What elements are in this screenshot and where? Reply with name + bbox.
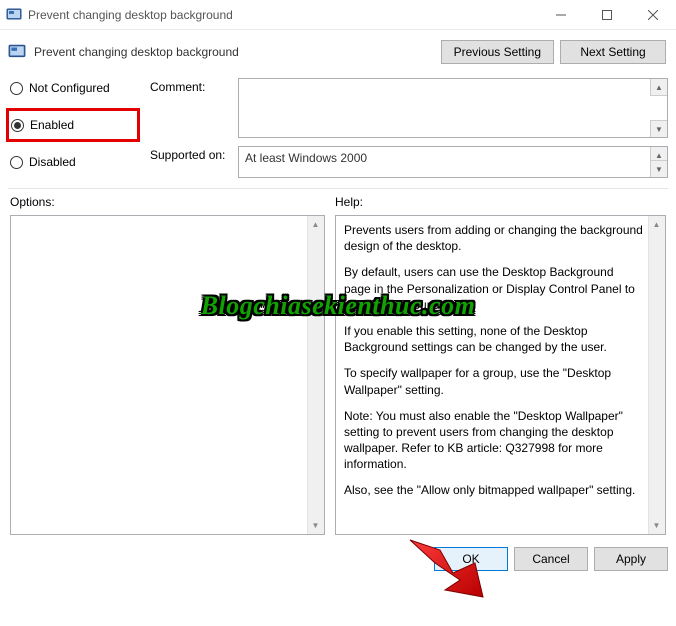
panes: ▲ ▼ Prevents users from adding or changi…: [0, 209, 676, 541]
supported-on-value-box: At least Windows 2000 ▲ ▼: [238, 146, 668, 178]
radio-label: Not Configured: [29, 81, 110, 95]
help-paragraph: Prevents users from adding or changing t…: [344, 222, 643, 254]
next-setting-button[interactable]: Next Setting: [560, 40, 666, 64]
previous-setting-button[interactable]: Previous Setting: [441, 40, 554, 64]
scroll-down-icon[interactable]: ▼: [650, 120, 667, 137]
app-icon: [6, 7, 22, 23]
radio-icon: [10, 156, 23, 169]
radio-enabled[interactable]: Enabled: [11, 115, 131, 135]
comment-row: Comment: ▲ ▼: [150, 78, 668, 138]
footer-buttons: OK Cancel Apply: [0, 541, 676, 579]
window-controls: [538, 0, 676, 29]
supported-on-label: Supported on:: [150, 146, 230, 178]
divider: [8, 188, 668, 189]
options-label: Options:: [10, 195, 325, 209]
state-radio-group: Not Configured Enabled Disabled: [10, 78, 140, 178]
help-label: Help:: [335, 195, 363, 209]
policy-icon: [8, 43, 26, 61]
maximize-button[interactable]: [584, 0, 630, 30]
radio-label: Disabled: [29, 155, 76, 169]
header-row: Prevent changing desktop background Prev…: [0, 30, 676, 78]
scroll-down-icon[interactable]: ▼: [650, 160, 667, 177]
scroll-up-icon[interactable]: ▲: [650, 79, 667, 96]
radio-icon: [10, 82, 23, 95]
window-title: Prevent changing desktop background: [28, 8, 538, 22]
config-area: Not Configured Enabled Disabled Comment:…: [0, 78, 676, 178]
help-paragraph: Note: You must also enable the "Desktop …: [344, 408, 643, 473]
header-title: Prevent changing desktop background: [34, 45, 433, 59]
scrollbar[interactable]: [648, 216, 665, 534]
minimize-button[interactable]: [538, 0, 584, 30]
scroll-down-icon[interactable]: ▼: [307, 517, 324, 534]
scroll-up-icon[interactable]: ▲: [307, 216, 324, 233]
help-paragraph: Also, see the "Allow only bitmapped wall…: [344, 482, 643, 498]
comment-label: Comment:: [150, 78, 230, 138]
radio-disabled[interactable]: Disabled: [10, 152, 140, 172]
cancel-button[interactable]: Cancel: [514, 547, 588, 571]
scroll-up-icon[interactable]: ▲: [648, 216, 665, 233]
help-paragraph: If you enable this setting, none of the …: [344, 323, 643, 355]
help-paragraph: To specify wallpaper for a group, use th…: [344, 365, 643, 397]
selected-highlight: Enabled: [6, 108, 140, 142]
fields-column: Comment: ▲ ▼ Supported on: At least Wind…: [150, 78, 668, 178]
scrollbar[interactable]: [307, 216, 324, 534]
close-button[interactable]: [630, 0, 676, 30]
titlebar: Prevent changing desktop background: [0, 0, 676, 30]
scroll-down-icon[interactable]: ▼: [648, 517, 665, 534]
radio-not-configured[interactable]: Not Configured: [10, 78, 140, 98]
help-paragraph: By default, users can use the Desktop Ba…: [344, 264, 643, 313]
radio-icon: [11, 119, 24, 132]
comment-textarea[interactable]: ▲ ▼: [238, 78, 668, 138]
apply-button[interactable]: Apply: [594, 547, 668, 571]
supported-on-value: At least Windows 2000: [245, 151, 367, 165]
pane-labels: Options: Help:: [0, 195, 676, 209]
ok-button[interactable]: OK: [434, 547, 508, 571]
help-pane[interactable]: Prevents users from adding or changing t…: [335, 215, 666, 535]
options-pane[interactable]: ▲ ▼: [10, 215, 325, 535]
supported-row: Supported on: At least Windows 2000 ▲ ▼: [150, 146, 668, 178]
radio-label: Enabled: [30, 118, 74, 132]
